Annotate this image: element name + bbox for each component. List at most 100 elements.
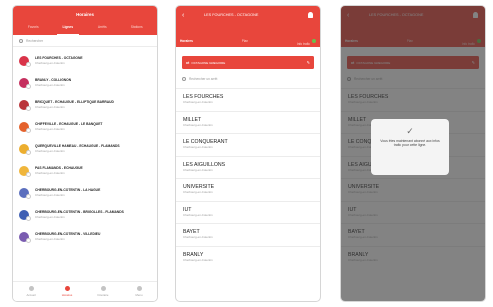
line-badge-icon [25,106,31,111]
stop-city: Cherbourg-en-Cotentin [183,235,213,239]
header: ‹ LES FOURCHES - OCTAGONE Horaires Plan … [176,6,320,47]
line-list-item[interactable]: QUERQUEVILLE HAMEAU - ECHAUGUE - FLAMAND… [13,138,157,160]
route-tabs: Horaires Plan Info trafic [180,32,316,50]
clock-icon [64,286,70,291]
nav-item-accueil[interactable]: Accueil [19,286,43,297]
line-list: LES FOURCHES - OCTAGONE Cherbourg-en-Cote… [13,47,157,248]
stop-city: Cherbourg-en-Cotentin [183,100,213,104]
edit-icon: ✎ [306,60,310,65]
line-text: CHERBOURG-EN-COTENTIN - LA HAGUE Cherbour… [35,188,100,198]
route-title: LES FOURCHES - OCTAGONE [204,13,259,17]
bell-icon[interactable] [308,12,313,18]
line-city: Cherbourg-en-Cotentin [35,215,65,219]
line-list-item[interactable]: CHERBOURG-EN-COTENTIN - VILLEDIEU Cherbou… [13,226,157,248]
search-placeholder: Rechercher [26,38,44,43]
stop-list-item[interactable]: LES AIGUILLONSCherbourg-en-Cotentin [176,155,320,179]
nav-item-itinéraire[interactable]: Itinéraire [91,286,115,297]
line-text: PAS FLAMANDS - ECHAUGUE Cherbourg-en-Cote… [35,166,83,176]
stop-list-item[interactable]: BRANLYCherbourg-en-Cotentin [176,245,320,269]
stop-list-item[interactable]: IUTCherbourg-en-Cotentin [176,200,320,224]
line-text: CHERBOURG-EN-COTENTIN - VILLEDIEU Cherbou… [35,232,100,242]
line-badge-icon [25,238,31,243]
line-text: BRANLY - COLLIGNON Cherbourg-en-Cotentin [35,78,71,88]
nav-label: Accueil [26,293,36,297]
line-city: Cherbourg-en-Cotentin [35,193,65,197]
line-list-item[interactable]: CHERBOURG-EN-COTENTIN - BRIGOLLES - FLAM… [13,204,157,226]
stop-list: LES FOURCHESCherbourg-en-CotentinMILLETC… [176,88,320,268]
stop-city: Cherbourg-en-Cotentin [183,122,213,127]
stop-city: Cherbourg-en-Cotentin [183,145,213,149]
line-city: Cherbourg-en-Cotentin [35,105,65,109]
route-screen: ‹ LES FOURCHES - OCTAGONE Horaires Plan … [175,5,321,302]
line-city: Cherbourg-en-Cotentin [35,127,65,131]
stop-list-item[interactable]: MILLETCherbourg-en-Cotentin [176,110,320,134]
line-color-icon [19,78,31,89]
line-color-icon [19,100,31,111]
search-icon [19,38,23,43]
tab-plan[interactable]: Plan [242,39,248,43]
line-color-icon [19,56,31,67]
direction-selector[interactable]: ⇄ OCTAGONE GREGOIRE ✎ [182,56,314,69]
tab-stations[interactable]: Stations [122,25,152,33]
line-color-icon [19,144,31,155]
line-list-item[interactable]: PAS FLAMANDS - ECHAUGUE Cherbourg-en-Cote… [13,160,157,182]
back-arrow-icon[interactable]: ‹ [182,12,184,19]
nav-label: Horaires [61,293,73,297]
nav-label: Itinéraire [97,293,109,297]
tab-info-trafic-label: Info trafic [296,42,310,46]
line-color-icon [19,122,31,133]
tab-bar: Favoris Lignes Arrêts Stations [16,25,154,35]
line-list-item[interactable]: CHIFFEVILLE - ECHAUGUE - LE BANQUET Cherb… [13,116,157,138]
line-list-item[interactable]: BRANLY - COLLIGNON Cherbourg-en-Cotentin [13,72,157,94]
stop-list-item[interactable]: UNIVERSITECherbourg-en-Cotentin [176,178,320,201]
line-color-icon [19,210,31,221]
line-list-item[interactable]: CHERBOURG-EN-COTENTIN - LA HAGUE Cherbour… [13,182,157,204]
confirmation-toast: ✓ Vous êtes maintenant abonné aux infos … [371,119,449,175]
line-list-item[interactable]: BRICQUET - ECHAUGUE - ELLIPTIQUE BARRAUD… [13,94,157,116]
line-text: CHIFFEVILLE - ECHAUGUE - LE BANQUET Cherb… [35,122,102,132]
line-city: Cherbourg-en-Cotentin [35,171,65,175]
home-icon [28,286,34,291]
search-input[interactable]: Rechercher [13,35,157,47]
stop-list-item[interactable]: LE CONQUERANTCherbourg-en-Cotentin [176,133,320,156]
tab-favoris[interactable]: Favoris [18,25,48,33]
tab-arrets[interactable]: Arrêts [87,25,117,33]
line-badge-icon [25,216,31,221]
menu-icon [136,286,142,291]
stop-city: Cherbourg-en-Cotentin [183,190,213,194]
line-color-icon [19,166,31,177]
line-badge-icon [25,128,31,133]
line-text: LES FOURCHES - OCTAGONE Cherbourg-en-Cote… [35,56,83,66]
check-icon: ✓ [406,126,414,136]
lines-screen: Horaires Favoris Lignes Arrêts Stations … [12,5,158,302]
stop-city: Cherbourg-en-Cotentin [183,257,213,262]
bottom-nav: Accueil Horaires Itinéraire Menu [13,281,157,301]
line-list-item[interactable]: LES FOURCHES - OCTAGONE Cherbourg-en-Cote… [13,50,157,72]
line-badge-icon [25,62,31,67]
stop-list-item[interactable]: BAYETCherbourg-en-Cotentin [176,223,320,246]
line-text: BRICQUET - ECHAUGUE - ELLIPTIQUE BARRAUD… [35,100,114,110]
tab-lignes[interactable]: Lignes [53,25,83,35]
nav-item-menu[interactable]: Menu [127,286,151,297]
header: Horaires Favoris Lignes Arrêts Stations [13,6,157,35]
stop-city: Cherbourg-en-Cotentin [183,167,213,172]
line-badge-icon [25,150,31,155]
stop-search-placeholder: Rechercher un arrêt [189,76,218,81]
line-text: QUERQUEVILLE HAMEAU - ECHAUGUE - FLAMAND… [35,144,120,154]
toast-message: Vous êtes maintenant abonné aux infos tr… [380,139,440,148]
stop-search-input[interactable]: Rechercher un arrêt [182,74,314,83]
line-city: Cherbourg-en-Cotentin [35,237,65,241]
nav-item-horaires[interactable]: Horaires [55,286,79,297]
tab-horaires[interactable]: Horaires [180,39,193,43]
swap-arrows-icon: ⇄ [186,60,190,65]
stop-city: Cherbourg-en-Cotentin [183,212,213,217]
stop-list-item[interactable]: LES FOURCHESCherbourg-en-Cotentin [176,88,320,111]
line-city: Cherbourg-en-Cotentin [35,83,65,87]
line-badge-icon [25,84,31,89]
line-badge-icon [25,194,31,199]
line-color-icon [19,232,31,243]
direction-label: OCTAGONE GREGOIRE [191,60,226,65]
tab-info-trafic[interactable]: Info trafic [297,32,316,50]
line-color-icon [19,188,31,199]
line-text: CHERBOURG-EN-COTENTIN - BRIGOLLES - FLAM… [35,210,124,220]
